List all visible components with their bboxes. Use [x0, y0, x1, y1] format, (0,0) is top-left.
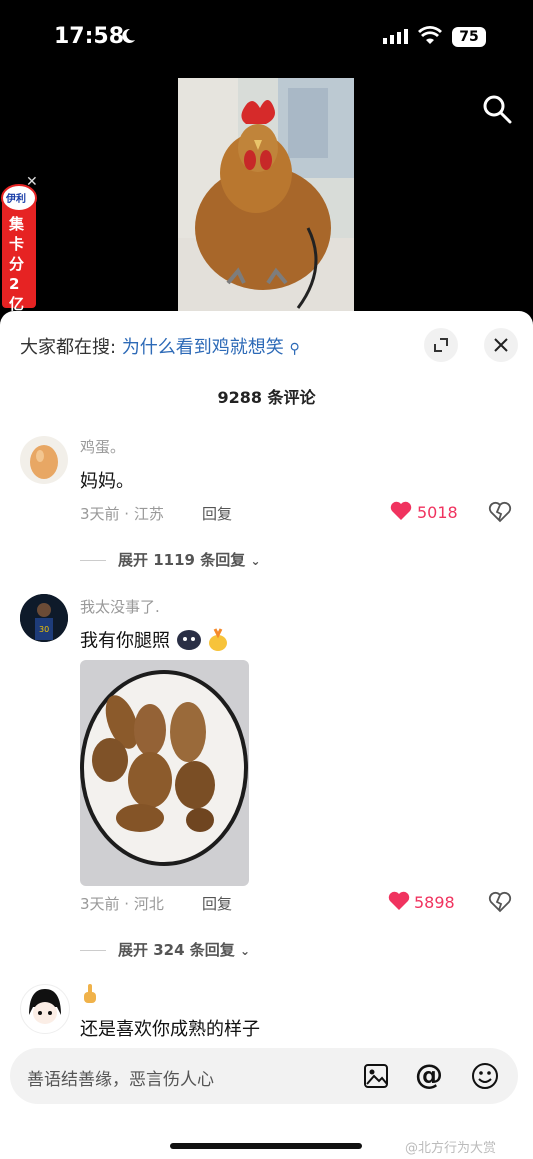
- comment-text: 还是喜欢你成熟的样子: [80, 1019, 260, 1040]
- home-indicator[interactable]: [170, 1143, 362, 1149]
- avatar[interactable]: [20, 436, 68, 484]
- expand-replies-label: 展开 324 条回复: [118, 941, 235, 959]
- video-frame-chicken[interactable]: [178, 78, 354, 312]
- emoji-chicken-leg-icon: [207, 626, 229, 657]
- comment-input[interactable]: 善语结善缘，恶言伤人心: [27, 1065, 214, 1090]
- watermark: @北方行为大赏: [405, 1141, 497, 1156]
- comment-username[interactable]: 我太没事了.: [80, 596, 160, 617]
- comment-text-content: 我有你腿照: [80, 630, 170, 652]
- close-button[interactable]: [484, 328, 518, 362]
- reply-button[interactable]: 回复: [202, 503, 232, 524]
- comment-text: 我有你腿照: [80, 626, 229, 657]
- chevron-down-icon: ⌄: [250, 554, 261, 568]
- hand-pointing-icon: [82, 983, 98, 1009]
- expand-icon: [434, 338, 448, 352]
- avatar[interactable]: [20, 984, 70, 1034]
- search-suggestion[interactable]: 大家都在搜: 为什么看到鸡就想笑 ⚲: [20, 333, 300, 359]
- wifi-icon: [418, 26, 442, 50]
- dislike-icon[interactable]: [488, 501, 512, 527]
- reply-button[interactable]: 回复: [202, 893, 232, 914]
- video-area[interactable]: 17:58 75 伊利 集卡分2亿 ✕: [0, 0, 533, 320]
- close-icon: [494, 338, 508, 352]
- fullscreen-button[interactable]: [424, 328, 458, 362]
- divider: [80, 950, 106, 951]
- emoji-blob-icon: [176, 628, 202, 655]
- promo-close-icon[interactable]: ✕: [26, 174, 38, 190]
- like-count: 5018: [417, 503, 458, 522]
- expand-replies-button[interactable]: 展开 1119 条回复 ⌄: [80, 549, 261, 570]
- search-icon[interactable]: [482, 94, 512, 128]
- signal-icon: [383, 28, 409, 48]
- search-small-icon: ⚲: [289, 341, 300, 357]
- chevron-down-icon: ⌄: [240, 944, 251, 958]
- suggestion-query[interactable]: 为什么看到鸡就想笑: [122, 337, 284, 358]
- comment-meta: 3天前 · 江苏: [80, 505, 164, 523]
- expand-replies-button[interactable]: 展开 324 条回复 ⌄: [80, 939, 250, 960]
- comment-image-drumsticks[interactable]: [80, 660, 249, 886]
- comment-sheet: 大家都在搜: 为什么看到鸡就想笑 ⚲ 9288 条评论 鸡蛋。 妈妈。 3天前 …: [0, 311, 533, 1159]
- image-icon[interactable]: [362, 1062, 390, 1094]
- divider: [80, 560, 106, 561]
- like-count: 5898: [414, 893, 455, 912]
- dislike-icon[interactable]: [488, 891, 512, 917]
- avatar[interactable]: 30: [20, 594, 68, 642]
- battery-icon: 75: [452, 27, 486, 47]
- promo-text: 集卡分2亿: [9, 215, 25, 313]
- comment-meta: 3天前 · 河北: [80, 895, 164, 913]
- promo-banner[interactable]: 伊利 集卡分2亿: [0, 178, 38, 313]
- heart-filled-icon[interactable]: [388, 891, 410, 915]
- suggestion-prefix: 大家都在搜:: [20, 337, 117, 358]
- comment-text: 妈妈。: [80, 471, 134, 492]
- expand-replies-label: 展开 1119 条回复: [118, 551, 246, 569]
- promo-brand: 伊利: [6, 194, 26, 205]
- at-mention-icon[interactable]: @: [415, 1060, 443, 1090]
- status-time: 17:58: [54, 24, 125, 49]
- svg-text:30: 30: [39, 625, 49, 634]
- comment-input-bar[interactable]: 善语结善缘，恶言伤人心 @: [10, 1048, 518, 1104]
- status-bar: 17:58 75: [0, 0, 533, 76]
- comment-username[interactable]: 鸡蛋。: [80, 436, 125, 457]
- heart-filled-icon[interactable]: [390, 501, 412, 525]
- moon-icon: [120, 28, 136, 49]
- emoji-icon[interactable]: [470, 1061, 500, 1095]
- comment-count: 9288 条评论: [217, 388, 316, 407]
